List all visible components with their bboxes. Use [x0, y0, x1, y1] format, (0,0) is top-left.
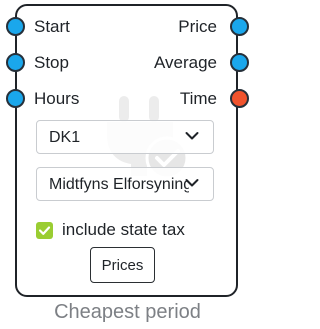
- output-label-time: Time: [179, 89, 217, 108]
- input-label-hours: Hours: [34, 89, 80, 108]
- output-label-average: Average: [153, 53, 217, 72]
- grid-company-value: Midtfyns Elforsyning: [49, 176, 189, 193]
- price-area-value: DK1: [49, 129, 81, 146]
- checkmark-icon: [38, 226, 51, 235]
- prices-button[interactable]: Prices: [90, 247, 155, 283]
- node-title: Cheapest period: [54, 301, 201, 323]
- output-port-price[interactable]: [230, 17, 249, 36]
- output-port-time[interactable]: [230, 89, 249, 108]
- input-port-hours[interactable]: [6, 89, 25, 108]
- price-area-select[interactable]: DK1: [36, 120, 214, 154]
- input-label-start: Start: [34, 17, 70, 36]
- chevron-down-icon: [185, 132, 199, 140]
- include-state-tax-label: include state tax: [62, 220, 185, 239]
- grid-company-select[interactable]: Midtfyns Elforsyning: [36, 167, 214, 201]
- include-state-tax-checkbox[interactable]: [36, 222, 53, 239]
- chevron-down-icon: [185, 179, 199, 187]
- input-port-stop[interactable]: [6, 53, 25, 72]
- input-label-stop: Stop: [34, 53, 69, 72]
- output-port-average[interactable]: [230, 53, 249, 72]
- output-label-price: Price: [178, 17, 217, 36]
- input-port-start[interactable]: [6, 17, 25, 36]
